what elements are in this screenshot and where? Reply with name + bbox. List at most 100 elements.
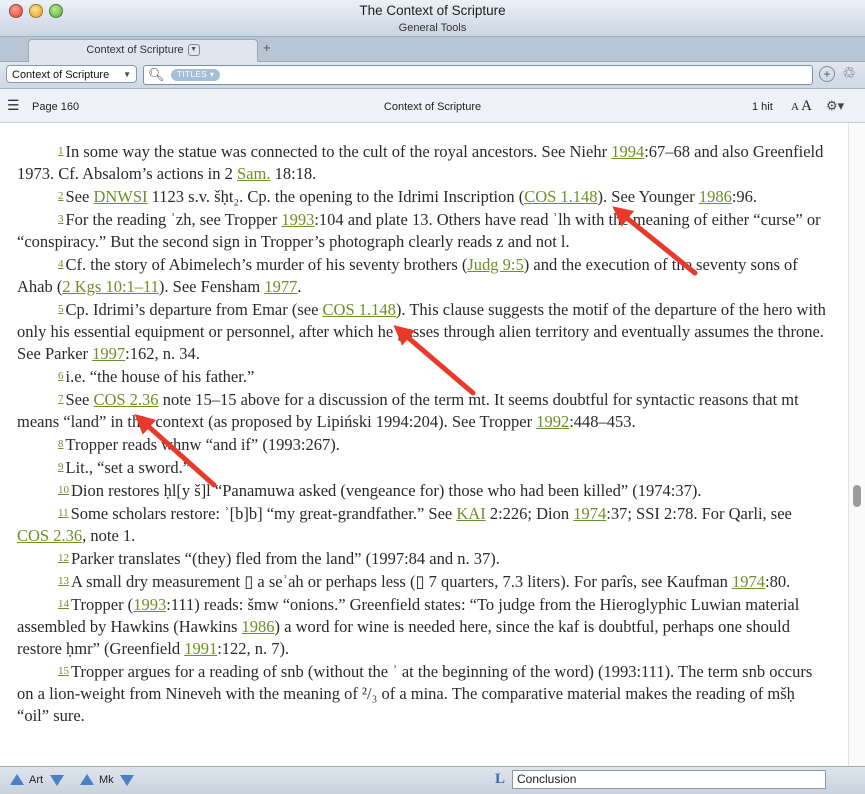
art-previous-icon[interactable] [10, 774, 24, 785]
footnote-number-link[interactable]: 3 [58, 213, 64, 225]
reference-link[interactable]: Sam. [237, 164, 270, 183]
reference-link[interactable]: 1997 [92, 344, 125, 363]
conclusion-field[interactable]: Conclusion [512, 770, 826, 789]
reference-link[interactable]: 1991 [184, 639, 217, 658]
window-subtitle: General Tools [398, 22, 467, 34]
mk-previous-icon[interactable] [80, 774, 94, 785]
add-icon[interactable]: + [819, 66, 835, 82]
footnote-number-link[interactable]: 10 [58, 484, 69, 496]
vertical-scrollbar[interactable] [848, 123, 865, 766]
footnote-text: See [65, 187, 94, 206]
font-size-controls: A A [791, 98, 812, 115]
logos-l-icon: L [495, 771, 506, 787]
reference-link[interactable]: 1993 [281, 210, 314, 229]
footnote-number-link[interactable]: 7 [58, 393, 64, 405]
footnote-number-link[interactable]: 11 [58, 507, 69, 519]
footnote-text: , note 1. [82, 526, 136, 545]
footnote-text: For the reading ʾzh, see Tropper [65, 210, 282, 229]
footnote-number-link[interactable]: 2 [58, 190, 64, 202]
footnote-item: 14 Tropper (1993:111) reads: šmw “onions.… [17, 594, 827, 660]
footnote-text: Cp. Idrimi’s departure from Emar (see [65, 300, 323, 319]
mk-next-icon[interactable] [120, 775, 134, 786]
tab-bar: Context of Scripture ▼ + [0, 37, 865, 62]
gear-icon[interactable]: ⚙▾ [826, 98, 844, 114]
search-input[interactable] [224, 67, 808, 85]
scrollbar-thumb[interactable] [853, 485, 861, 507]
bottom-navigation-bar: Art Mk L Conclusion [0, 766, 865, 794]
reference-link[interactable]: 1986 [699, 187, 732, 206]
reference-link[interactable]: COS 1.148 [323, 300, 396, 319]
reference-link[interactable]: Judg 9:5 [467, 255, 523, 274]
reference-link[interactable]: 2 Kgs 10:1–11 [62, 277, 159, 296]
art-next-icon[interactable] [50, 775, 64, 786]
footnote-text: A small dry measurement ▯ a seʾah or per… [71, 572, 733, 591]
footnote-item: 7 See COS 2.36 note 15–15 above for a dis… [17, 389, 827, 433]
footnote-text: Cf. the story of Abimelech’s murder of h… [65, 255, 468, 274]
footnote-text: i.e. “the house of his father.” [65, 367, 255, 386]
footnote-number-link[interactable]: 14 [58, 598, 69, 610]
footnote-text: 1123 s.v. šḥt₂. Cp. the opening to the I… [147, 187, 525, 206]
search-icon[interactable]: 🔍︎ [148, 67, 165, 83]
footnote-item: 6 i.e. “the house of his father.” [17, 366, 827, 388]
search-scope-chip[interactable]: TITLES ▾ [171, 69, 221, 81]
footnote-text: :80. [765, 572, 791, 591]
decrease-font-button[interactable]: A [791, 101, 798, 113]
footnote-item: 8 Tropper reads whnw “and if” (1993:267). [17, 434, 827, 456]
footnote-number-link[interactable]: 15 [58, 665, 69, 677]
footnote-number-link[interactable]: 13 [58, 575, 69, 587]
reference-link[interactable]: DNWSI [93, 187, 147, 206]
footnote-text: :448–453. [569, 412, 636, 431]
footnote-item: 9 Lit., “set a sword.” [17, 457, 827, 479]
footnote-item: 2 See DNWSI 1123 s.v. šḥt₂. Cp. the openi… [17, 186, 827, 208]
reference-link[interactable]: 1986 [242, 617, 275, 636]
footnote-item: 4 Cf. the story of Abimelech’s murder of … [17, 254, 827, 298]
footnote-text: 2:226; Dion [485, 504, 574, 523]
reference-link[interactable]: COS 1.148 [524, 187, 597, 206]
hit-count[interactable]: 1 hit [752, 101, 773, 113]
reference-link[interactable]: 1977 [264, 277, 297, 296]
resource-dropdown[interactable]: Context of Scripture ▼ [6, 65, 137, 83]
reference-link[interactable]: COS 2.36 [17, 526, 82, 545]
footnote-text: Tropper argues for a reading of snb (wit… [17, 662, 813, 725]
reference-link[interactable]: KAI [456, 504, 485, 523]
footnote-text: 18:18. [270, 164, 317, 183]
footnote-number-link[interactable]: 8 [58, 438, 64, 450]
search-field[interactable]: 🔍︎ TITLES ▾ [143, 65, 813, 85]
footnote-text: :122, n. 7). [217, 639, 290, 658]
footnote-text: Tropper reads whnw “and if” (1993:267). [65, 435, 340, 454]
increase-font-button[interactable]: A [801, 98, 812, 114]
reference-link[interactable]: 1994 [611, 142, 644, 161]
footnote-number-link[interactable]: 6 [58, 370, 64, 382]
footnote-number-link[interactable]: 1 [58, 145, 64, 157]
footnote-number-link[interactable]: 5 [58, 303, 64, 315]
table-of-contents-icon[interactable]: ☰ [7, 98, 20, 112]
footnote-number-link[interactable]: 12 [58, 552, 69, 564]
footnote-text: Parker translates “(they) fled from the … [71, 549, 500, 568]
reference-link[interactable]: 1993 [133, 595, 166, 614]
footnote-text: Dion restores ḥl[y š]l “Panamuwa asked (… [71, 481, 702, 500]
recycle-icon[interactable]: ♲ [841, 66, 857, 82]
footnote-item: 11 Some scholars restore: ʾ[b]b] “my grea… [17, 503, 827, 547]
new-tab-button[interactable]: + [263, 40, 271, 55]
footnote-text: . [297, 277, 302, 296]
footnote-text: :96. [731, 187, 758, 206]
footnote-text: Some scholars restore: ʾ[b]b] “my great-… [70, 504, 457, 523]
footnote-number-link[interactable]: 9 [58, 461, 64, 473]
chevron-down-icon: ▼ [123, 70, 131, 79]
page-number: Page 160 [32, 101, 80, 113]
footnote-item: 5 Cp. Idrimi’s departure from Emar (see C… [17, 299, 827, 365]
reference-link[interactable]: 1974 [732, 572, 765, 591]
reference-link[interactable]: 1974 [573, 504, 606, 523]
footnote-text: In some way the statue was connected to … [65, 142, 612, 161]
document-title: Context of Scripture [383, 101, 482, 113]
tab-context-of-scripture[interactable]: Context of Scripture ▼ [28, 39, 258, 62]
reference-link[interactable]: COS 2.36 [93, 390, 158, 409]
reference-link[interactable]: 1992 [536, 412, 569, 431]
footnote-text: :162, n. 34. [125, 344, 200, 363]
window-titlebar: The Context of Scripture General Tools [0, 0, 865, 37]
footnote-item: 13 A small dry measurement ▯ a seʾah or p… [17, 571, 827, 593]
footnote-number-link[interactable]: 4 [58, 258, 64, 270]
footnote-text: Lit., “set a sword.” [65, 458, 191, 477]
footnote-item: 3 For the reading ʾzh, see Tropper 1993:1… [17, 209, 827, 253]
tab-menu-icon[interactable]: ▼ [187, 44, 200, 57]
